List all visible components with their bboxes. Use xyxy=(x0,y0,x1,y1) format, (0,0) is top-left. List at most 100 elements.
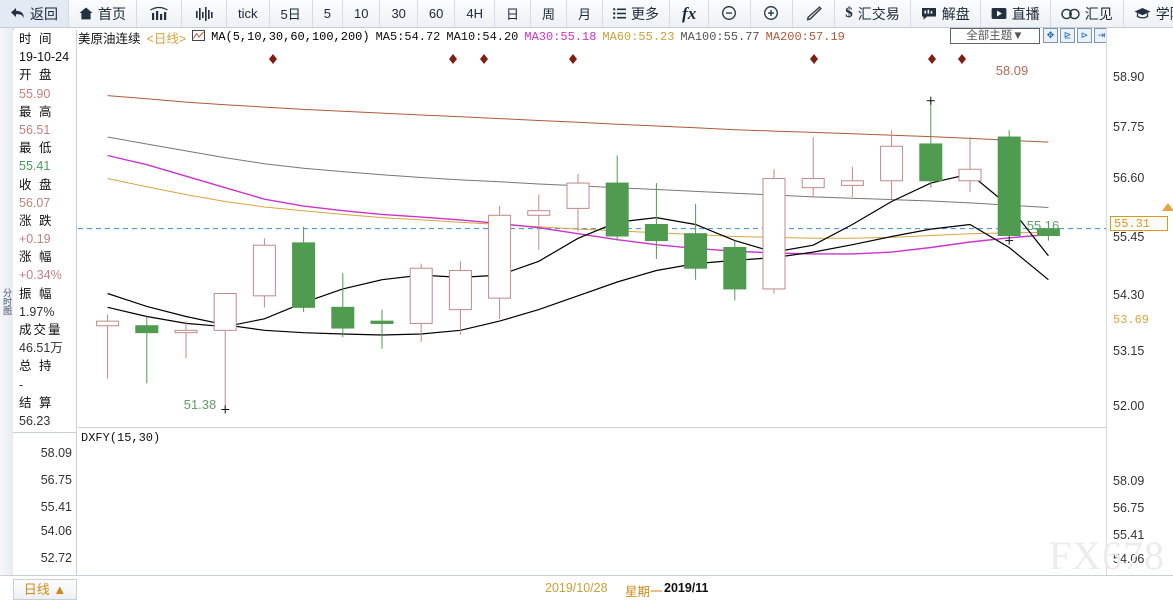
sub-axis-tick: 55.41 xyxy=(40,500,72,514)
tab-30min[interactable]: 30 xyxy=(380,0,418,27)
chevron-down-icon: ▼ xyxy=(1012,30,1024,42)
price-tick: 58.90 xyxy=(1113,70,1145,84)
quote-label: 开 盘 xyxy=(19,68,54,83)
dollar-icon: $ xyxy=(845,5,853,21)
tab-5min[interactable]: 5 xyxy=(313,0,343,27)
quote-value: 55.90 xyxy=(19,86,51,101)
current-price-tag[interactable]: 55.31 xyxy=(1110,216,1168,231)
candle[interactable] xyxy=(997,130,1021,239)
tab-tick[interactable]: tick xyxy=(227,0,270,27)
ma60-value: MA60:55.23 xyxy=(602,30,675,44)
tab-4h[interactable]: 4H xyxy=(455,0,495,27)
event-marker-icon[interactable] xyxy=(810,54,818,64)
event-marker-icon[interactable] xyxy=(958,54,966,64)
candle[interactable] xyxy=(566,173,590,232)
quote-value: +0.19 xyxy=(19,232,51,247)
move-tool-button[interactable]: ✥ xyxy=(1043,28,1058,43)
ma30-value: MA30:55.18 xyxy=(524,30,597,44)
zoom-out-button[interactable] xyxy=(709,0,752,27)
sub-axis-left: 58.09 56.75 55.41 54.06 52.72 xyxy=(13,433,77,575)
indicator-bars-icon xyxy=(194,6,214,22)
theme-select[interactable]: 全部主题▼ xyxy=(950,28,1040,44)
quote-label: 成交量 xyxy=(19,323,63,337)
ma-toggle-icon[interactable] xyxy=(192,29,206,45)
price-axis-right[interactable]: 58.90 57.75 56.60 55.45 54.30 53.15 52.00 58.09… xyxy=(1106,28,1173,593)
quote-label: 收 盘 xyxy=(19,177,54,192)
tab-5day[interactable]: 5日 xyxy=(270,0,313,27)
event-marker-icon[interactable] xyxy=(269,54,277,64)
candle[interactable] xyxy=(252,238,276,308)
analysis-button[interactable]: 解盘 xyxy=(911,0,981,27)
quote-label: 时 间 xyxy=(19,32,54,46)
candle[interactable] xyxy=(213,293,237,410)
zoom-in-button[interactable] xyxy=(751,0,794,27)
chart-symbol: 美原油连续 xyxy=(78,31,141,46)
academy-button[interactable]: 学院 xyxy=(1124,0,1173,27)
event-marker-icon[interactable] xyxy=(569,54,577,64)
trade-button[interactable]: $ 汇交易 xyxy=(835,0,911,27)
sub-axis-tick: 58.09 xyxy=(40,446,72,460)
candle[interactable] xyxy=(762,169,786,294)
candle[interactable] xyxy=(605,155,629,241)
theme-select-label: 全部主题 xyxy=(966,30,1013,42)
tab-10min[interactable]: 10 xyxy=(343,0,381,27)
price-annotation: 55.16 xyxy=(1027,218,1060,233)
chart-button[interactable] xyxy=(137,0,182,27)
candle[interactable] xyxy=(644,183,668,260)
quote-label: 最 高 xyxy=(19,104,54,119)
left-side-rail[interactable]: 分时图 多周期 分笔图 合约资料 xyxy=(0,28,14,575)
link-icon xyxy=(1061,8,1080,20)
price-tick: 56.60 xyxy=(1113,171,1145,185)
zoom-out-icon xyxy=(721,5,738,22)
candle[interactable] xyxy=(527,194,551,250)
candle[interactable] xyxy=(958,137,982,193)
candle[interactable] xyxy=(448,261,472,335)
draw-button[interactable] xyxy=(793,0,836,27)
candle[interactable] xyxy=(135,316,159,384)
cursor-date: 2019/10/28 xyxy=(545,581,608,595)
tab-week[interactable]: 周 xyxy=(531,0,568,27)
candle[interactable] xyxy=(96,314,120,379)
more-button[interactable]: 更多 xyxy=(603,0,671,27)
event-marker-icon[interactable] xyxy=(480,54,488,64)
candle[interactable] xyxy=(174,321,198,358)
chart-period-label: <日线> xyxy=(146,31,187,46)
home-button[interactable]: 首页 xyxy=(69,0,137,27)
price-annotation: 58.09 xyxy=(996,63,1029,78)
tab-month[interactable]: 月 xyxy=(567,0,604,27)
watermark: FX678 xyxy=(1048,533,1165,578)
ma5-value: MA5:54.72 xyxy=(375,30,441,44)
candle[interactable] xyxy=(880,130,904,200)
candle[interactable] xyxy=(840,166,864,197)
candle[interactable] xyxy=(919,100,943,188)
candle[interactable] xyxy=(409,263,433,342)
period-tab-daily[interactable]: 日线 ▲ xyxy=(13,579,77,600)
event-marker-icon[interactable] xyxy=(928,54,936,64)
price-tick: 55.45 xyxy=(1113,230,1145,244)
tab-day[interactable]: 日 xyxy=(495,0,532,27)
back-button[interactable]: 返回 xyxy=(0,0,69,27)
candle[interactable] xyxy=(292,226,316,312)
indicator-plot[interactable]: DXFY(15,30) xyxy=(78,427,1106,576)
candle[interactable] xyxy=(370,309,394,349)
live-button[interactable]: 直播 xyxy=(981,0,1051,27)
tab-60min[interactable]: 60 xyxy=(418,0,456,27)
ma10-value: MA10:54.20 xyxy=(446,30,519,44)
rail-tab-timeline[interactable]: 分时图 xyxy=(0,28,13,575)
quote-panel: 时 间 19-10-24 开 盘 55.90 最 高 56.51 最 低 55.41 收 盘 56… xyxy=(13,30,77,433)
candle[interactable] xyxy=(684,203,708,280)
fit-right-button[interactable]: ⊳ xyxy=(1077,28,1092,43)
candle[interactable] xyxy=(723,240,747,301)
candle[interactable] xyxy=(488,206,512,319)
main-toolbar: 返回 首页 tick 5日 5 10 30 60 4H 日 周 月 更多 fx … xyxy=(0,0,1173,28)
indicator-button[interactable] xyxy=(182,0,227,27)
candle[interactable] xyxy=(801,137,825,197)
fit-left-button[interactable]: ⊵ xyxy=(1060,28,1075,43)
candle[interactable] xyxy=(331,272,355,338)
formula-button[interactable]: fx xyxy=(670,0,710,27)
cursor-weekday: 星期一 xyxy=(625,585,663,599)
quote-label: 结 算 xyxy=(19,395,54,410)
event-marker-icon[interactable] xyxy=(449,54,457,64)
huijian-button[interactable]: 汇见 xyxy=(1051,0,1124,27)
candlestick-plot[interactable]: 58.09 51.38 55.16 xyxy=(78,45,1106,427)
